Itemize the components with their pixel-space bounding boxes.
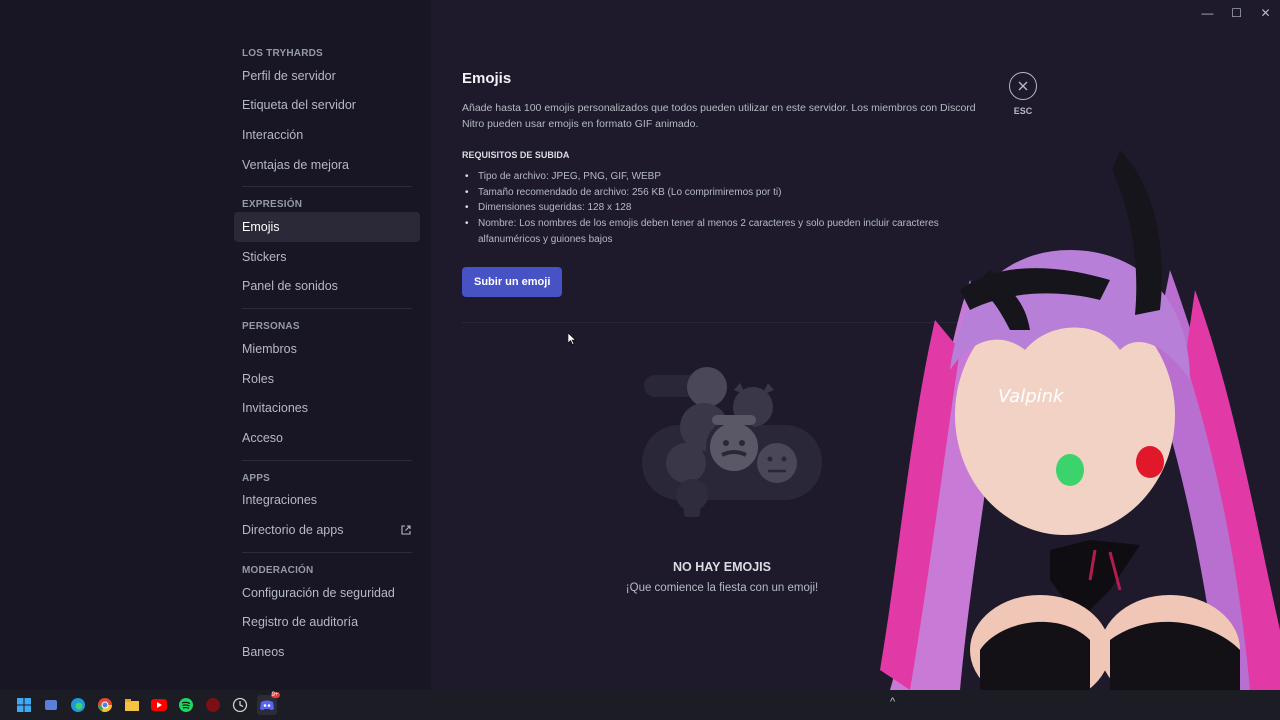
clock-icon[interactable] [230, 695, 250, 715]
sidebar-item-registro-de-auditoria[interactable]: Registro de auditoría [234, 607, 420, 637]
vtuber-avatar-overlay: Valpink [850, 150, 1280, 705]
title-bar: — ☐ ✕ [1193, 0, 1280, 26]
nav-divider [242, 186, 412, 188]
empty-state: NO HAY EMOJIS ¡Que comience la fiesta co… [602, 355, 842, 594]
minimize-button[interactable]: — [1193, 0, 1222, 26]
spotify-icon[interactable] [176, 695, 196, 715]
sidebar-item-label: Baneos [242, 644, 285, 659]
sidebar-item-configuracion-de-seguridad[interactable]: Configuración de seguridad [234, 578, 420, 608]
sidebar-item-miembros[interactable]: Miembros [234, 334, 420, 364]
app-red-icon[interactable] [203, 695, 223, 715]
upload-emoji-button[interactable]: Subir un emoji [462, 266, 563, 297]
sidebar-item-label: Ventajas de mejora [242, 157, 350, 172]
nav-divider [242, 308, 412, 310]
taskbar: 9+ [0, 690, 1280, 720]
sidebar-item-label: Interacción [242, 127, 304, 142]
sidebar-item-ventajas-de-mejora[interactable]: Ventajas de mejora [234, 150, 420, 180]
nav-divider [242, 459, 412, 461]
sidebar-item-label: Panel de sonidos [242, 279, 338, 294]
discord-badge: 9+ [270, 692, 280, 698]
windows-start-icon[interactable] [14, 695, 34, 715]
esc-close[interactable]: ESC [1008, 72, 1038, 116]
sidebar-item-label: Configuración de seguridad [242, 585, 395, 600]
nav-divider [242, 551, 412, 553]
sidebar-item-panel-de-sonidos[interactable]: Panel de sonidos [234, 272, 420, 302]
empty-title: NO HAY EMOJIS [673, 560, 771, 574]
maximize-button[interactable]: ☐ [1222, 0, 1251, 26]
sidebar-item-label: Roles [242, 371, 274, 386]
sidebar-item-label: Emojis [242, 220, 280, 235]
app-window: LOS TRYHARDS Perfil de servidor Etiqueta d… [0, 0, 1280, 720]
page-description: Añade hasta 100 emojis personalizados qu… [462, 102, 976, 130]
nav-section-header: APPS [242, 472, 271, 484]
nav-section-header: PERSONAS [242, 321, 300, 333]
sidebar-item-label: Registro de auditoría [242, 615, 359, 630]
sidebar-item-invitaciones[interactable]: Invitaciones [234, 393, 420, 423]
external-link-icon [401, 525, 411, 535]
sidebar-item-stickers[interactable]: Stickers [234, 242, 420, 272]
sidebar-item-label: Stickers [242, 249, 287, 264]
sidebar-item-interaccion[interactable]: Interacción [234, 120, 420, 150]
sidebar-item-integraciones[interactable]: Integraciones [234, 486, 420, 516]
avatar-illustration: Valpink [880, 150, 1280, 705]
settings-nav: LOS TRYHARDS Perfil de servidor Etiqueta d… [234, 44, 420, 667]
nav-section-header: LOS TRYHARDS [242, 48, 323, 59]
esc-label: ESC [1013, 106, 1033, 116]
sidebar-item-roles[interactable]: Roles [234, 364, 420, 394]
chrome-icon[interactable] [95, 695, 115, 715]
page-title: Emojis [462, 70, 512, 87]
nav-section-header: MODERACIÓN [242, 564, 314, 576]
sidebar-item-label: Invitaciones [242, 401, 309, 416]
sidebar-item-label: Miembros [242, 341, 297, 356]
avatar-watermark: Valpink [998, 386, 1065, 407]
sidebar-item-acceso[interactable]: Acceso [234, 423, 420, 453]
edge-icon[interactable] [68, 695, 88, 715]
sidebar-item-label: Integraciones [242, 493, 318, 508]
app-icon[interactable] [41, 695, 61, 715]
close-window-button[interactable]: ✕ [1251, 0, 1280, 26]
sidebar-item-label: Acceso [242, 430, 283, 445]
discord-icon[interactable]: 9+ [256, 692, 280, 715]
sidebar-item-label: Etiqueta del servidor [242, 98, 356, 113]
sidebar-item-label: Perfil de servidor [242, 68, 336, 83]
settings-sidebar: LOS TRYHARDS Perfil de servidor Etiqueta d… [0, 0, 431, 690]
file-explorer-icon[interactable] [122, 695, 142, 715]
sidebar-item-etiqueta-del-servidor[interactable]: Etiqueta del servidor [234, 91, 420, 121]
sidebar-item-baneos[interactable]: Baneos [234, 637, 420, 667]
sidebar-item-emojis[interactable]: Emojis [234, 212, 420, 242]
empty-subtitle: ¡Que comience la fiesta con un emoji! [625, 582, 819, 594]
empty-emojis-illustration [642, 367, 822, 517]
nav-section-header: EXPRESIÓN [242, 199, 303, 211]
sidebar-item-directorio-de-apps[interactable]: Directorio de apps [234, 515, 420, 545]
close-icon[interactable] [1009, 72, 1037, 100]
tray-chevron-up-icon[interactable]: ^ [890, 696, 895, 708]
sidebar-item-perfil-de-servidor[interactable]: Perfil de servidor [234, 61, 420, 91]
mouse-cursor-icon [567, 332, 577, 350]
sidebar-item-label: Directorio de apps [242, 522, 344, 537]
youtube-icon[interactable] [149, 695, 169, 715]
